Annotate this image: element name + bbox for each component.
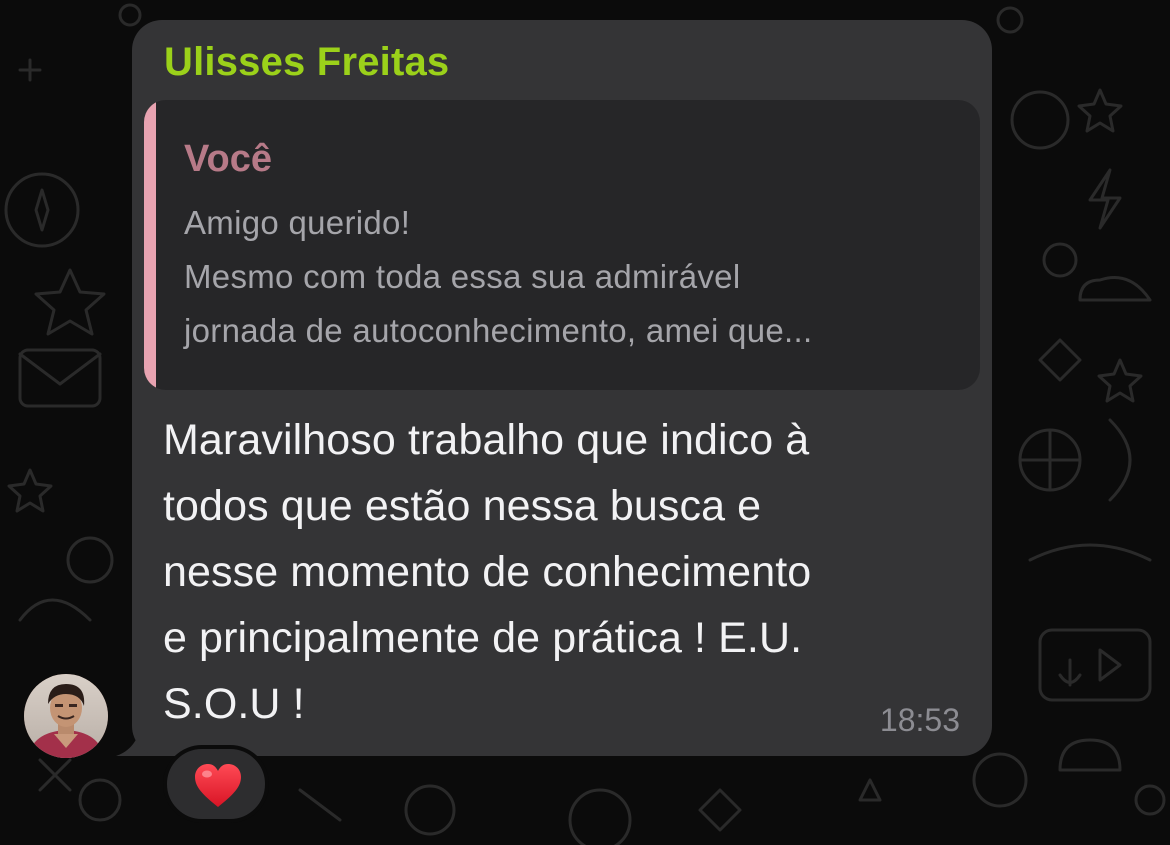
heart-icon xyxy=(195,764,241,807)
message-text-line: S.O.U ! xyxy=(163,680,305,728)
avatar[interactable] xyxy=(24,674,108,758)
quote-line: jornada de autoconhecimento, amei que... xyxy=(184,312,813,349)
avatar-image xyxy=(24,674,108,758)
quoted-reply[interactable]: Você Amigo querido! Mesmo com toda essa … xyxy=(144,100,980,390)
quote-author: Você xyxy=(184,138,273,180)
message-text-line: e principalmente de prática ! E.U. xyxy=(163,614,803,662)
quote-line: Amigo querido! xyxy=(184,204,411,241)
quote-accent-bar xyxy=(144,100,156,390)
message-bubble[interactable]: Ulisses Freitas Você Amigo querido! Mesm… xyxy=(132,20,992,756)
reaction-pill[interactable] xyxy=(163,745,269,823)
message-timestamp: 18:53 xyxy=(879,702,960,738)
chat-screen: Ulisses Freitas Você Amigo querido! Mesm… xyxy=(0,0,1170,845)
message-text-line: todos que estão nessa busca e xyxy=(163,482,762,530)
quote-line: Mesmo com toda essa sua admirável xyxy=(184,258,741,295)
sender-name[interactable]: Ulisses Freitas xyxy=(164,40,449,85)
message-text-line: Maravilhoso trabalho que indico à xyxy=(163,416,810,464)
message-text-line: nesse momento de conhecimento xyxy=(163,548,812,596)
